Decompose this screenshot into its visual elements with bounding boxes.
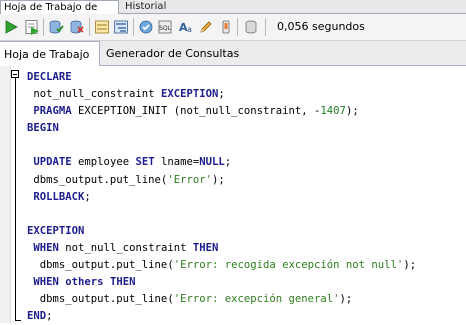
code-line: ROLLBACK; [27,189,416,206]
code-keyword: others [65,276,104,289]
code-text: lname= [154,156,200,169]
code-keyword: END [27,310,47,323]
worksheet-subtabs: Hoja de Trabajo Generador de Consultas [0,41,466,66]
code-line: dbms_output.put_line('Error'); [27,172,416,189]
code-text: dbms_output.put_line( [27,293,174,306]
worksheet-toolbar: SQL Aa 0,056 segundos [0,14,466,41]
code-text: dbms_output.put_line( [27,173,168,186]
code-line: PRAGMA EXCEPTION_INIT (not_null_constrai… [27,103,416,120]
code-line: WHEN others THEN [27,274,416,291]
fold-end-marker [15,320,21,321]
code-keyword: UPDATE [33,156,72,169]
code-keyword: EXCEPTION [160,88,219,101]
code-keyword: DECLARE [27,71,72,83]
code-line: DECLARE [27,69,416,86]
fold-guide [15,77,16,321]
code-text: ); [211,173,225,186]
explain-plan-icon[interactable] [113,19,129,35]
code-keyword: ROLLBACK [33,190,85,203]
code-keyword: BEGIN [27,122,59,135]
code-line: BEGIN [27,120,416,137]
code-text: ; [218,88,225,101]
run-statement-icon[interactable] [3,19,19,35]
document-tab-bar: Hoja de Trabajo de SQL Historial [0,0,466,26]
code-text: not_null_constraint [27,88,161,101]
svg-text:a: a [187,25,192,34]
code-text: not_null_constraint [58,241,193,254]
code-keyword: WHEN [33,276,59,289]
code-keyword: WHEN [33,241,59,254]
editor-gutter [0,66,11,323]
code-line: not_null_constraint EXCEPTION; [27,86,416,103]
code-keyword: SET [135,156,155,169]
code-keyword: PRAGMA [33,105,72,118]
code-keyword: THEN [192,241,219,254]
code-text: ; [84,190,91,203]
code-text: ); [403,259,417,272]
code-text: EXCEPTION_INIT (not_null_constraint, - [71,105,321,118]
tuning-icon[interactable] [138,19,154,35]
unshared-sql-icon[interactable] [218,19,234,35]
svg-text:SQL: SQL [159,25,172,32]
code-text: ; [224,156,232,169]
code-keyword: THEN [109,276,136,289]
fold-collapse-icon[interactable] [11,70,19,78]
tab-history[interactable]: Historial [122,0,169,13]
clear-icon[interactable] [198,19,214,35]
code-string: 'Error: excepción general' [173,293,340,306]
code-line: EXCEPTION [27,223,416,240]
code-text: employee [71,156,136,169]
code-keyword: EXCEPTION [27,224,85,237]
code-content[interactable]: DECLARE not_null_constraint EXCEPTION; P… [27,69,416,325]
code-line: dbms_output.put_line('Error: excepción g… [27,291,416,308]
sql-history-icon[interactable]: SQL [157,19,173,35]
execution-time: 0,056 segundos [277,20,365,33]
code-keyword: NULL [199,156,225,169]
autotrace-icon[interactable] [94,19,110,35]
tab-sql-worksheet[interactable]: Hoja de Trabajo de SQL [0,0,119,26]
format-icon[interactable]: Aa [178,19,194,35]
run-script-icon[interactable] [24,19,40,35]
database-icon[interactable] [243,19,259,35]
code-string: 'Error' [167,173,212,186]
code-text: ); [345,105,359,118]
code-line: UPDATE employee SET lname=NULL; [27,154,416,171]
code-text: ); [339,293,353,306]
code-number: 1407 [320,105,346,118]
code-string: 'Error: recogida excepción not null' [173,259,404,272]
rollback-icon[interactable] [69,19,85,35]
code-text: dbms_output.put_line( [27,259,174,272]
code-line: dbms_output.put_line('Error: recogida ex… [27,257,416,274]
code-line: END; [27,308,416,325]
tab-worksheet[interactable]: Hoja de Trabajo [0,41,100,66]
tab-query-builder[interactable]: Generador de Consultas [106,41,239,65]
code-text: ; [46,310,53,323]
code-line: WHEN not_null_constraint THEN [27,240,416,257]
commit-icon[interactable] [48,19,64,35]
code-editor[interactable]: DECLARE not_null_constraint EXCEPTION; P… [0,66,466,323]
